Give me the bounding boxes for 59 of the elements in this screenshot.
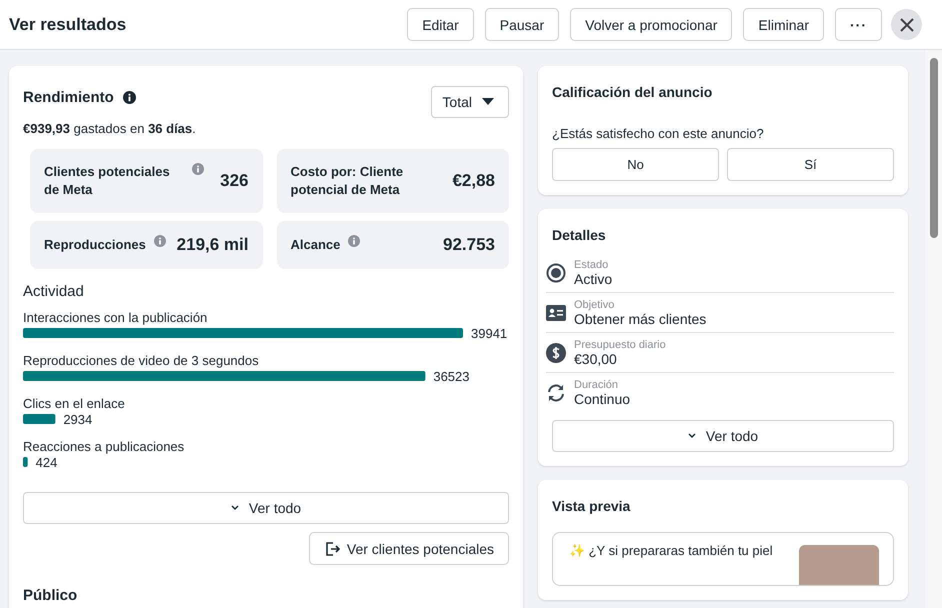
close-icon xyxy=(900,18,914,32)
id-card-icon xyxy=(546,305,566,321)
chart-title: Actividad xyxy=(23,283,85,300)
detail-label: Estado xyxy=(574,259,610,271)
close-button[interactable] xyxy=(891,9,922,40)
metric-label: Costo por: Cliente potencial de Meta xyxy=(290,163,404,199)
dollar-icon xyxy=(546,343,566,363)
detail-label: Duración xyxy=(574,379,620,391)
radio-icon xyxy=(546,263,566,283)
metric-value: 326 xyxy=(220,171,248,191)
category-label: Interacciones con la publicación xyxy=(23,310,208,325)
activity-bar xyxy=(23,414,56,424)
metric-label: Alcance xyxy=(290,236,340,254)
detail-label: Presupuesto diario xyxy=(574,339,666,351)
detail-value: Activo xyxy=(574,271,612,287)
category-label: Reacciones a publicaciones xyxy=(23,439,184,454)
spend-summary: €939,93 gastados en 36 días. xyxy=(23,121,197,136)
value-label: 424 xyxy=(36,455,58,470)
metric-value: 219,6 mil xyxy=(176,235,248,255)
detail-label: Objetivo xyxy=(574,299,616,311)
action-button[interactable]: Pausar xyxy=(484,8,560,41)
caret-icon xyxy=(482,98,494,106)
chevron-down-icon xyxy=(688,433,696,439)
view-leads-button[interactable]: Ver clientes potenciales xyxy=(308,532,509,565)
metric-label: Reproducciones xyxy=(44,236,146,254)
ad-text: ✨ ¿Y si prepararas también tu piel xyxy=(569,543,773,560)
section-title: Rendimiento xyxy=(23,89,114,106)
metric-label: Clientes potenciales de Meta xyxy=(44,163,171,199)
rating-button[interactable]: Sí xyxy=(727,148,894,181)
rating-button[interactable]: No xyxy=(552,148,719,181)
section-title: Público xyxy=(23,587,78,604)
value-label: 2934 xyxy=(63,412,92,427)
detail-value: Obtener más clientes xyxy=(574,311,706,327)
action-button[interactable]: Editar xyxy=(407,8,474,41)
metric-value: 92.753 xyxy=(443,235,495,255)
see-all-button[interactable]: Ver todo xyxy=(23,492,509,524)
exit-icon xyxy=(324,540,340,556)
period-dropdown[interactable]: Total xyxy=(431,86,509,118)
category-label: Reproducciones de video de 3 segundos xyxy=(23,353,259,368)
info-icon[interactable] xyxy=(122,91,136,104)
value-label: 39941 xyxy=(471,326,508,341)
window-title: Ver resultados xyxy=(9,14,126,34)
section-title: Vista previa xyxy=(552,498,632,514)
see-all-button[interactable]: Ver todo xyxy=(552,420,894,452)
rating-question: ¿Estás satisfecho con este anuncio? xyxy=(552,126,765,141)
more-button[interactable]: ··· xyxy=(835,8,882,41)
activity-bar xyxy=(23,457,28,467)
value-label: 36523 xyxy=(433,369,470,384)
section-title: Detalles xyxy=(552,227,607,243)
detail-value: Continuo xyxy=(574,391,630,407)
metric-value: €2,88 xyxy=(452,171,495,191)
detail-value: €30,00 xyxy=(574,351,618,367)
action-button[interactable]: Volver a promocionar xyxy=(570,8,732,41)
section-title: Calificación del anuncio xyxy=(552,84,714,100)
refresh-icon xyxy=(546,383,566,403)
category-label: Clics en el enlace xyxy=(23,396,125,411)
action-button[interactable]: Eliminar xyxy=(743,8,824,41)
scrollbar[interactable] xyxy=(925,50,942,608)
chevron-down-icon xyxy=(230,505,239,511)
